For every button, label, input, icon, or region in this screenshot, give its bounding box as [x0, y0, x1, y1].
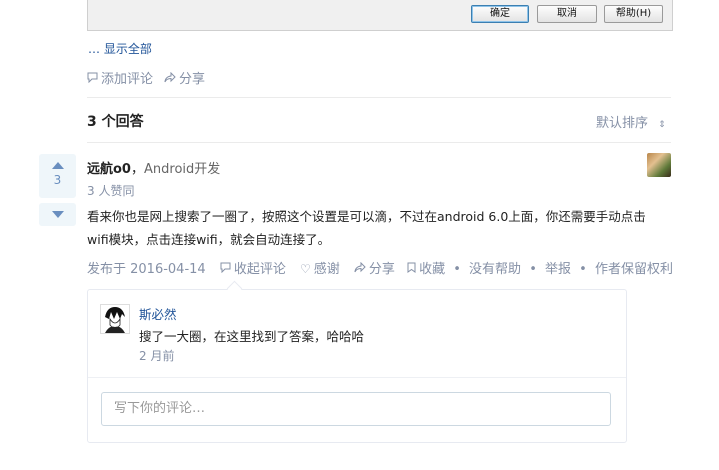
sort-chevron-icon: ⇕	[658, 120, 666, 130]
comment-time: 2 月前	[139, 349, 175, 363]
heart-icon: ♡	[299, 262, 311, 276]
comment-text: 搜了一大圈，在这里找到了答案，哈哈哈	[139, 329, 365, 344]
divider	[87, 97, 671, 98]
answer-author-line: 远航o0，Android开发	[87, 158, 220, 177]
comment-icon	[87, 72, 98, 86]
answer-content-line: 看来你也是网上搜索了一圈了，按照这个设置是可以滴，不过在android 6.0上…	[87, 209, 646, 224]
thanks-label: 感谢	[313, 262, 340, 277]
author-avatar[interactable]	[647, 153, 671, 177]
author-name[interactable]: 远航o0	[87, 162, 131, 177]
downvote-arrow-icon	[51, 211, 64, 218]
upvoters-link[interactable]: 3 人赞同	[87, 182, 134, 199]
divider	[88, 377, 626, 378]
collapse-comments-label: 收起评论	[233, 262, 286, 277]
upvote-button[interactable]: 3	[39, 154, 76, 198]
share-icon	[164, 71, 176, 86]
answers-count: 3 个回答	[87, 114, 144, 130]
help-button[interactable]: 帮助(H)	[604, 5, 663, 23]
divider	[87, 142, 671, 143]
collect-label: 收藏	[419, 262, 446, 277]
share-answer-button[interactable]: 分享	[354, 261, 395, 277]
sort-label: 默认排序	[596, 116, 649, 131]
dot-separator: •	[579, 262, 587, 277]
commenter-name[interactable]: 斯必然	[139, 304, 177, 323]
answer-actions: 发布于 2016-04-14 收起评论 ♡ 感谢 分享 收藏 • 没有帮助 • 举…	[87, 258, 673, 277]
vote-count: 3	[53, 173, 62, 187]
downvote-button[interactable]	[39, 203, 76, 226]
author-bio: Android开发	[144, 162, 221, 177]
author-separator: ，	[130, 162, 144, 177]
add-comment-label: 添加评论	[101, 72, 154, 87]
copyright-label[interactable]: 作者保留权利	[595, 262, 673, 277]
thanks-button[interactable]: ♡ 感谢	[300, 262, 340, 277]
dot-separator: •	[453, 262, 461, 277]
collapse-comments-button[interactable]: 收起评论	[220, 262, 286, 277]
report-button[interactable]: 举报	[545, 262, 571, 277]
answer-content-line: wifi模块，点击连接wifi，就会自动连接了。	[87, 232, 331, 247]
comment-input[interactable]: 写下你的评论…	[101, 392, 611, 426]
upvote-arrow-icon	[51, 162, 64, 169]
show-all-link[interactable]: … 显示全部	[88, 40, 152, 57]
sort-dropdown[interactable]: 默认排序 ⇕	[596, 112, 666, 131]
no-help-button[interactable]: 没有帮助	[469, 262, 521, 277]
answer-date[interactable]: 发布于 2016-04-14	[87, 262, 206, 277]
collect-button[interactable]: 收藏	[407, 262, 445, 277]
share-label: 分享	[179, 72, 206, 87]
bookmark-icon	[407, 262, 416, 276]
commenter-avatar[interactable]	[100, 304, 130, 334]
comment-icon	[220, 262, 231, 276]
share-icon	[354, 261, 366, 276]
ok-button[interactable]: 确定	[471, 5, 529, 23]
share-label: 分享	[368, 262, 395, 277]
cancel-button[interactable]: 取消	[537, 5, 597, 23]
add-comment-button[interactable]: 添加评论	[87, 68, 153, 87]
share-question-button[interactable]: 分享	[164, 68, 205, 87]
dot-separator: •	[529, 262, 537, 277]
